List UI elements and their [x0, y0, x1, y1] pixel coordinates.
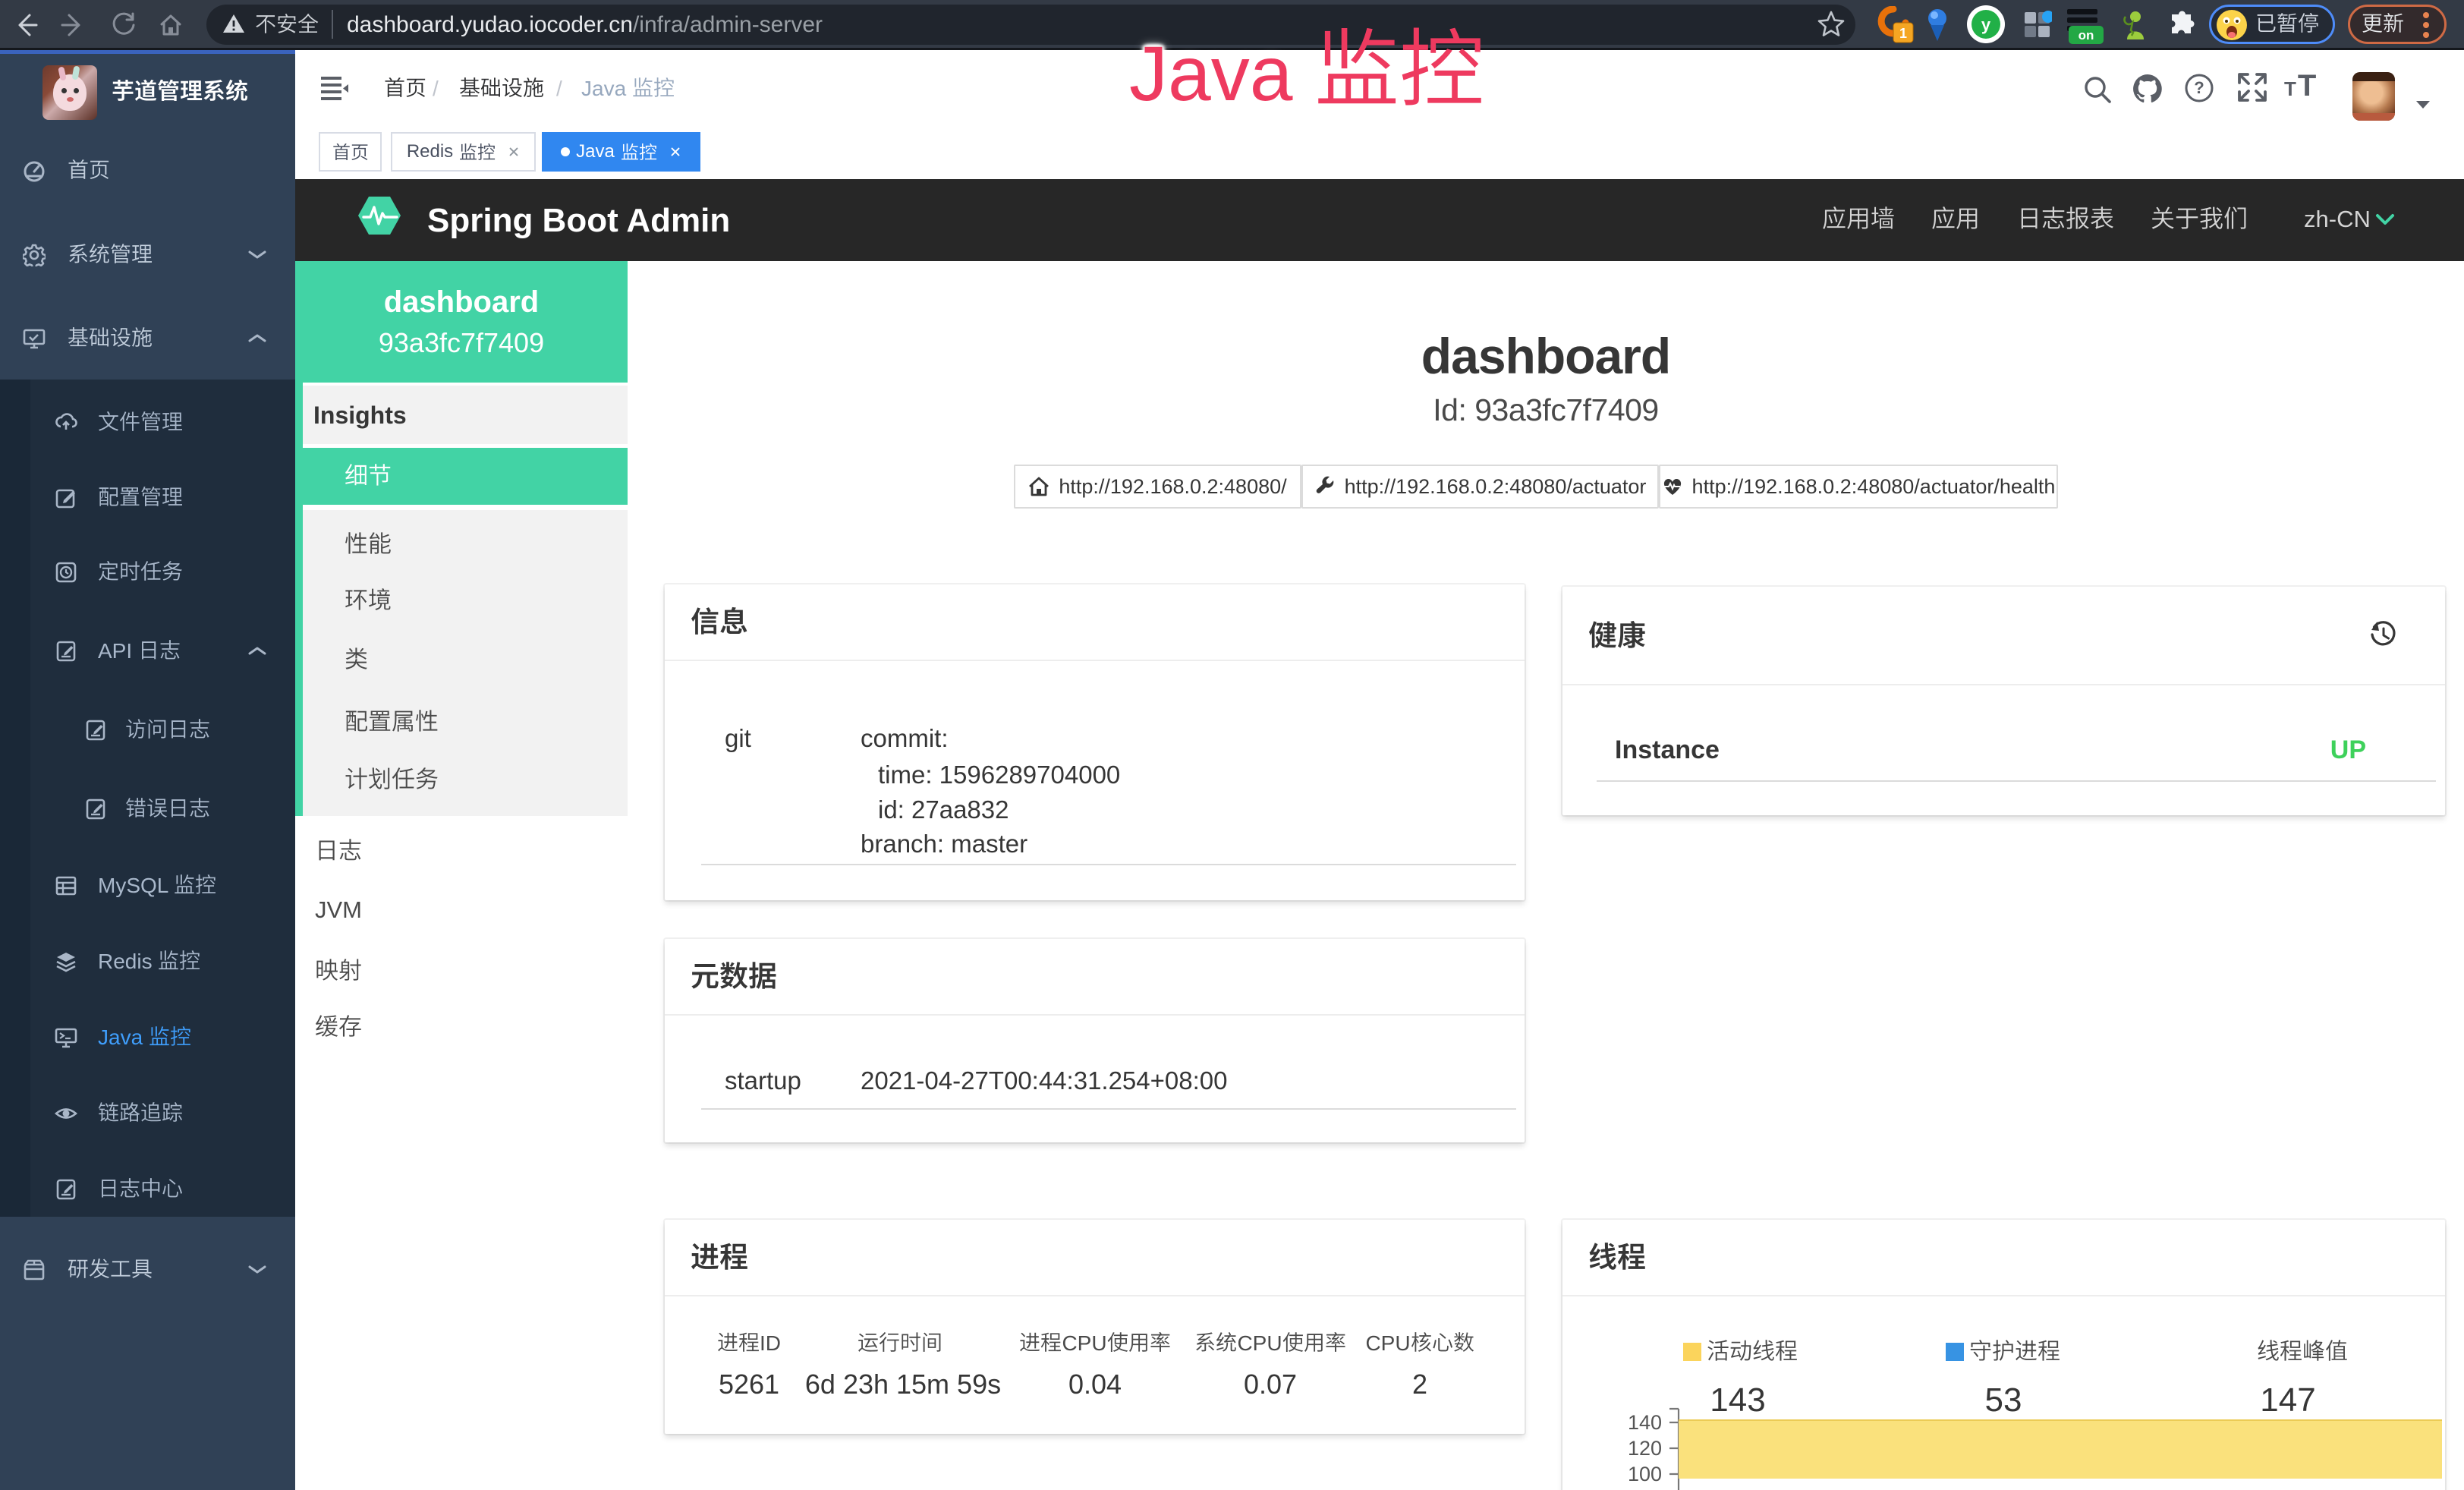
svg-text:y: y — [1981, 15, 1991, 34]
svg-text:on: on — [2079, 28, 2094, 43]
svg-text:1: 1 — [1899, 26, 1907, 41]
svg-text:?: ? — [2194, 78, 2204, 97]
